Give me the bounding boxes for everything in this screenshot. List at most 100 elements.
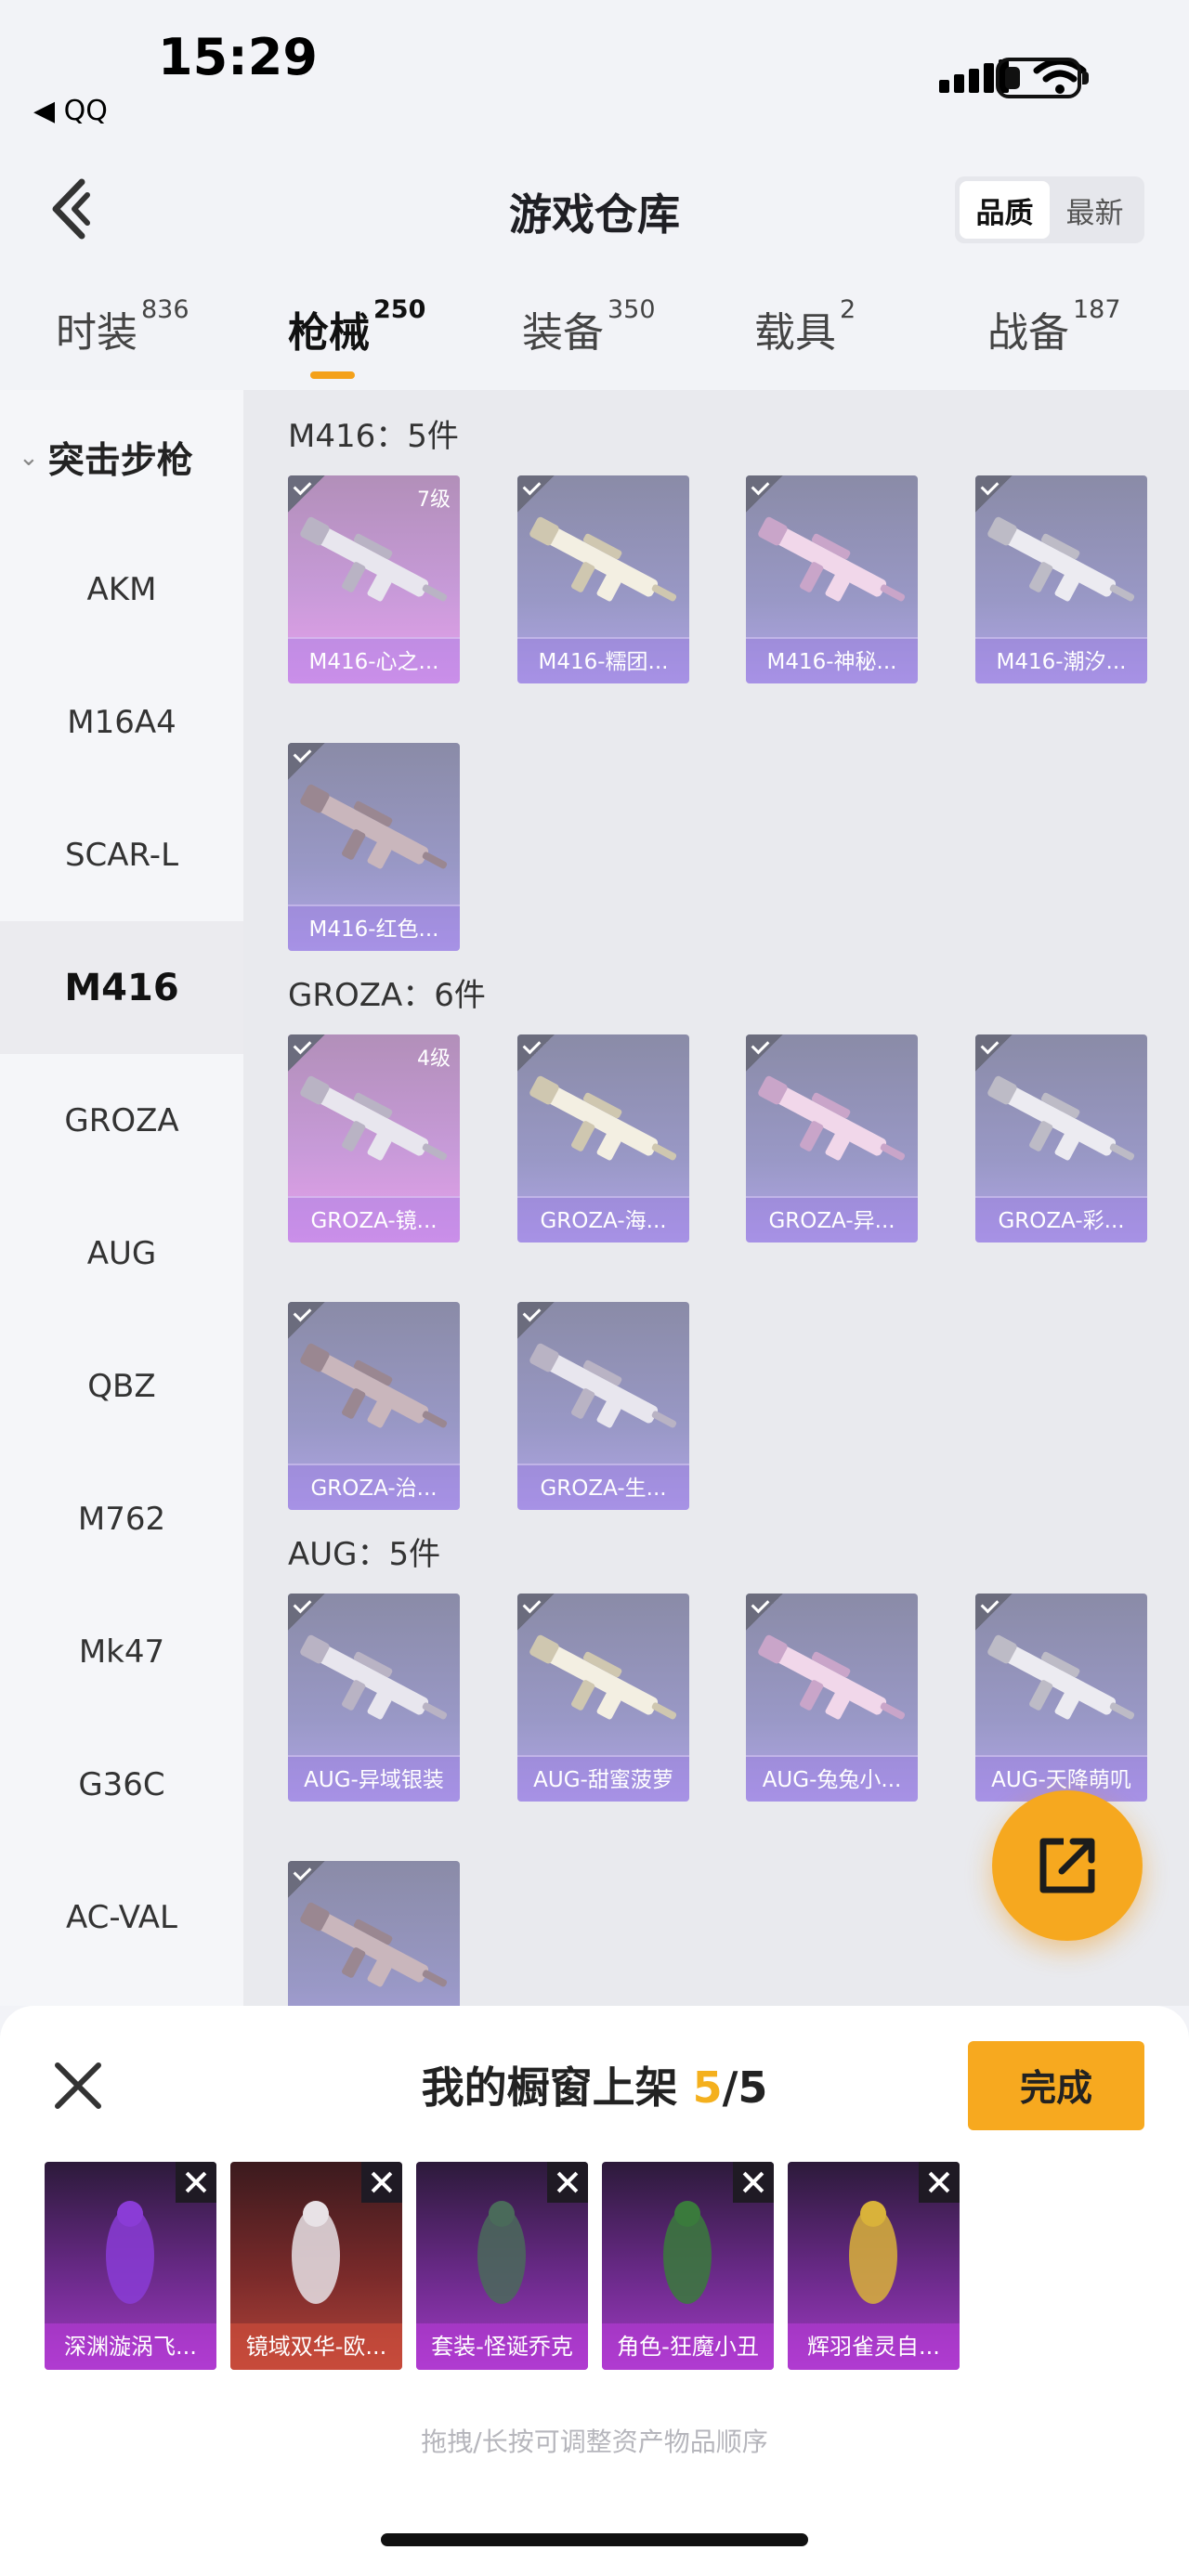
tab-supplies[interactable]: 战备 187 xyxy=(987,295,1121,358)
showcase-item[interactable]: 套装-怪诞乔克 xyxy=(416,2162,588,2370)
check-icon[interactable] xyxy=(746,1034,783,1072)
check-icon[interactable] xyxy=(975,475,1013,513)
weapon-card[interactable]: M416-糯团... xyxy=(517,475,689,683)
done-button[interactable]: 完成 xyxy=(968,2041,1144,2130)
showcase-total: /5 xyxy=(722,2062,768,2113)
weapon-card[interactable] xyxy=(288,1861,460,2006)
share-button[interactable] xyxy=(992,1790,1143,1941)
item-art-icon xyxy=(849,2201,897,2304)
weapon-name: GROZA-异... xyxy=(746,1196,918,1242)
check-icon[interactable] xyxy=(975,1594,1013,1631)
tab-equipment[interactable]: 装备 350 xyxy=(522,295,656,358)
weapon-card[interactable]: GROZA-治... xyxy=(288,1302,460,1510)
weapon-card[interactable]: 7级 M416-心之... xyxy=(288,475,460,683)
check-icon[interactable] xyxy=(288,743,325,780)
remove-item-icon[interactable] xyxy=(361,2162,402,2203)
tab-count: 350 xyxy=(608,295,656,324)
showcase-item-name: 镜域双华-欧... xyxy=(230,2323,402,2370)
sidebar-category-header[interactable]: ⌄ 突击步枪 xyxy=(0,390,243,525)
weapon-name: GROZA-彩... xyxy=(975,1196,1147,1242)
gun-art-icon xyxy=(758,516,906,602)
remove-item-icon[interactable] xyxy=(733,2162,774,2203)
check-icon[interactable] xyxy=(288,1861,325,1898)
showcase-item[interactable]: 辉羽雀灵自... xyxy=(788,2162,960,2370)
weapon-card[interactable]: M416-潮汐... xyxy=(975,475,1147,683)
gun-art-icon xyxy=(529,1343,677,1428)
sidebar-item-scar-l[interactable]: SCAR-L xyxy=(0,788,243,921)
tab-vehicles[interactable]: 载具 2 xyxy=(754,295,856,358)
sidebar-item-m16a4[interactable]: M16A4 xyxy=(0,656,243,788)
weapon-card[interactable]: AUG-兔兔小... xyxy=(746,1594,918,1802)
sidebar-item-groza[interactable]: GROZA xyxy=(0,1054,243,1187)
showcase-count: 5 xyxy=(692,2062,723,2113)
weapon-card[interactable]: GROZA-彩... xyxy=(975,1034,1147,1242)
sidebar-item-mk47[interactable]: Mk47 xyxy=(0,1585,243,1718)
tab-guns[interactable]: 枪械 250 xyxy=(288,295,425,358)
weapon-level: 4级 xyxy=(417,1047,451,1071)
weapon-name: AUG-甜蜜菠萝 xyxy=(517,1755,689,1802)
gun-art-icon xyxy=(300,1075,448,1161)
back-to-app-link[interactable]: ◀ QQ xyxy=(33,95,108,127)
gun-art-icon xyxy=(529,1634,677,1720)
check-icon[interactable] xyxy=(288,1302,325,1339)
tab-label: 战备 xyxy=(987,309,1069,357)
check-icon[interactable] xyxy=(517,1594,555,1631)
sidebar-item-akm[interactable]: AKM xyxy=(0,523,243,656)
check-icon[interactable] xyxy=(517,475,555,513)
weapon-name: M416-心之... xyxy=(288,637,460,683)
status-bar: 15:29 ◀ QQ xyxy=(0,0,1189,139)
showcase-item[interactable]: 角色-狂魔小丑 xyxy=(602,2162,774,2370)
showcase-item-name: 辉羽雀灵自... xyxy=(788,2323,960,2370)
check-icon[interactable] xyxy=(746,1594,783,1631)
check-icon[interactable] xyxy=(975,1034,1013,1072)
showcase-item-name: 角色-狂魔小丑 xyxy=(602,2323,774,2370)
tab-label: 载具 xyxy=(754,309,836,357)
weapon-card[interactable]: GROZA-海... xyxy=(517,1034,689,1242)
check-icon[interactable] xyxy=(746,475,783,513)
weapon-card[interactable]: M416-红色... xyxy=(288,743,460,951)
sidebar-item-g36c[interactable]: G36C xyxy=(0,1718,243,1851)
check-icon[interactable] xyxy=(288,475,325,513)
gun-art-icon xyxy=(300,1343,448,1428)
remove-item-icon[interactable] xyxy=(919,2162,960,2203)
category-tabs: 时装 836 枪械 250 装备 350 载具 2 战备 187 xyxy=(0,279,1189,390)
tab-fashion[interactable]: 时装 836 xyxy=(56,295,189,358)
sidebar-item-ac-val[interactable]: AC-VAL xyxy=(0,1851,243,1984)
weapon-name: GROZA-生... xyxy=(517,1464,689,1510)
check-icon[interactable] xyxy=(288,1594,325,1631)
weapon-card[interactable]: GROZA-异... xyxy=(746,1034,918,1242)
weapon-card[interactable]: AUG-甜蜜菠萝 xyxy=(517,1594,689,1802)
sidebar-item-m416[interactable]: M416 xyxy=(0,921,243,1054)
weapon-name: M416-潮汐... xyxy=(975,637,1147,683)
weapon-card[interactable]: M416-神秘... xyxy=(746,475,918,683)
gun-art-icon xyxy=(529,516,677,602)
sort-quality-button[interactable]: 品质 xyxy=(960,181,1050,239)
weapon-grid: M416：5件 GROZA：6件 AUG：5件 7级 M416-心之... M41… xyxy=(243,390,1189,2006)
weapon-name: GROZA-治... xyxy=(288,1464,460,1510)
weapon-card[interactable]: GROZA-生... xyxy=(517,1302,689,1510)
section-title-m416: M416：5件 xyxy=(288,418,459,455)
item-art-icon xyxy=(106,2201,154,2304)
item-art-icon xyxy=(477,2201,526,2304)
check-icon[interactable] xyxy=(517,1302,555,1339)
gun-art-icon xyxy=(987,516,1135,602)
weapon-card[interactable]: AUG-天降萌叽 xyxy=(975,1594,1147,1802)
weapon-card[interactable]: 4级 GROZA-镜... xyxy=(288,1034,460,1242)
sidebar-item-qbz[interactable]: QBZ xyxy=(0,1320,243,1452)
item-art-icon xyxy=(292,2201,340,2304)
showcase-title-text: 我的橱窗上架 xyxy=(421,2062,678,2113)
check-icon[interactable] xyxy=(288,1034,325,1072)
weapon-name: M416-神秘... xyxy=(746,637,918,683)
showcase-item-name: 深渊漩涡飞... xyxy=(45,2323,216,2370)
showcase-item[interactable]: 深渊漩涡飞... xyxy=(45,2162,216,2370)
weapon-card[interactable]: AUG-异域银装 xyxy=(288,1594,460,1802)
remove-item-icon[interactable] xyxy=(176,2162,216,2203)
section-title-aug: AUG：5件 xyxy=(288,1536,441,1573)
remove-item-icon[interactable] xyxy=(547,2162,588,2203)
sort-newest-button[interactable]: 最新 xyxy=(1050,181,1140,239)
sidebar-item-m762[interactable]: M762 xyxy=(0,1452,243,1585)
sidebar-item-aug[interactable]: AUG xyxy=(0,1187,243,1320)
showcase-item[interactable]: 镜域双华-欧... xyxy=(230,2162,402,2370)
share-external-icon xyxy=(1039,1838,1095,1893)
check-icon[interactable] xyxy=(517,1034,555,1072)
